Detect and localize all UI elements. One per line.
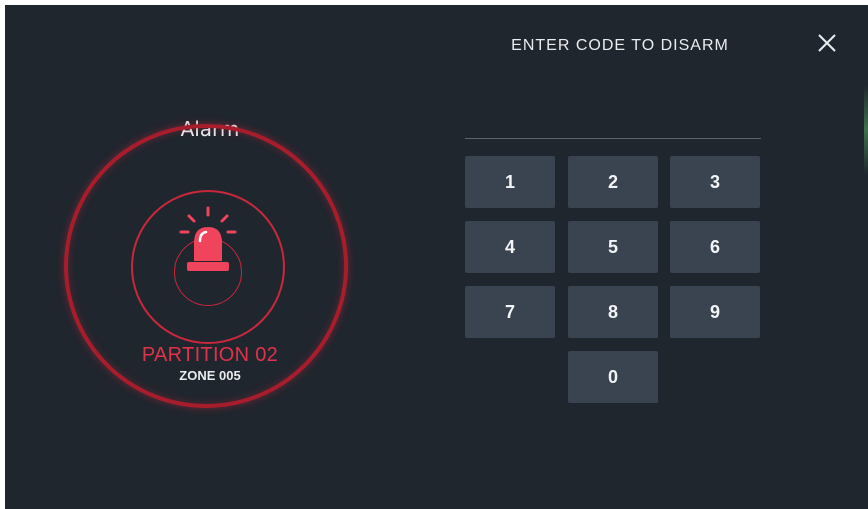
key-1[interactable]: 1 bbox=[465, 156, 555, 208]
zone-label: ZONE 005 bbox=[179, 368, 241, 383]
code-input-field[interactable] bbox=[465, 138, 761, 139]
key-5[interactable]: 5 bbox=[568, 221, 658, 273]
key-8[interactable]: 8 bbox=[568, 286, 658, 338]
siren-icon bbox=[179, 206, 237, 271]
keypad-title: ENTER CODE TO DISARM bbox=[511, 37, 729, 54]
edge-indicator bbox=[864, 85, 868, 175]
key-0[interactable]: 0 bbox=[568, 351, 658, 403]
key-4[interactable]: 4 bbox=[465, 221, 555, 273]
partition-label: PARTITION 02 bbox=[141, 344, 279, 366]
key-6[interactable]: 6 bbox=[670, 221, 760, 273]
close-icon[interactable] bbox=[815, 31, 839, 55]
key-2[interactable]: 2 bbox=[568, 156, 658, 208]
key-3[interactable]: 3 bbox=[670, 156, 760, 208]
key-9[interactable]: 9 bbox=[670, 286, 760, 338]
disarm-dialog: Alarm PARTITION 02 ZONE 005 ENTER CODE T… bbox=[5, 5, 868, 509]
key-7[interactable]: 7 bbox=[465, 286, 555, 338]
